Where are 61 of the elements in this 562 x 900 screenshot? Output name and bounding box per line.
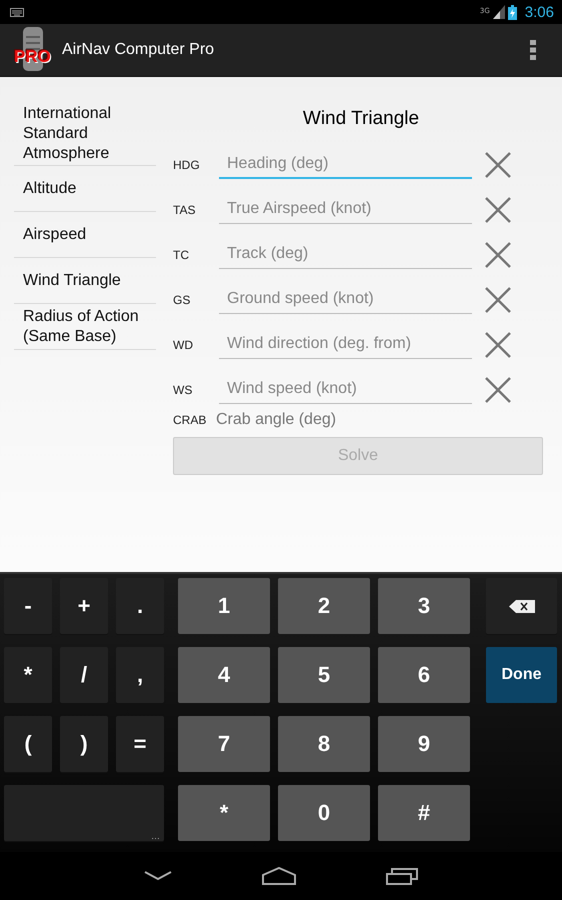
keyboard-key[interactable]: 6	[378, 647, 470, 703]
keyboard-key[interactable]: =	[116, 716, 164, 772]
home-icon[interactable]	[262, 867, 296, 885]
field-label: GS	[173, 292, 192, 306]
logo-text: PRO	[14, 47, 51, 67]
keyboard-key[interactable]: 5	[278, 647, 370, 703]
backspace-key[interactable]	[486, 578, 557, 634]
input-field[interactable]: Ground speed (knot)	[219, 286, 472, 314]
clear-icon[interactable]	[485, 286, 511, 312]
back-icon[interactable]	[144, 871, 172, 881]
overflow-menu-icon[interactable]	[530, 40, 536, 60]
field-label: WD	[173, 338, 194, 352]
keyboard-key[interactable]: 2	[278, 578, 370, 634]
keyboard-key[interactable]: )	[60, 716, 108, 772]
keyboard-key[interactable]: -	[4, 578, 52, 634]
app-title: AirNav Computer Pro	[62, 41, 216, 59]
result-text: Crab angle (deg)	[216, 411, 336, 429]
keyboard-key[interactable]: (	[4, 716, 52, 772]
input-field[interactable]: Track (deg)	[219, 240, 472, 268]
result-label: CRAB	[173, 413, 208, 427]
input-field[interactable]: Heading (deg)	[219, 150, 472, 178]
keyboard-key[interactable]: *	[178, 785, 270, 841]
keyboard-key[interactable]: /	[60, 647, 108, 703]
keyboard-key[interactable]: ,	[116, 647, 164, 703]
field-label: HDG	[173, 158, 201, 172]
keyboard-icon	[10, 8, 24, 16]
keyboard-key[interactable]: 0	[278, 785, 370, 841]
form-title: Wind Triangle	[302, 108, 420, 130]
clear-icon[interactable]	[485, 376, 511, 402]
keyboard-key[interactable]: 3	[378, 578, 470, 634]
backspace-icon	[508, 600, 534, 612]
field-label: TAS	[173, 202, 196, 216]
space-key[interactable]: …	[4, 785, 164, 841]
keyboard-key[interactable]: +	[60, 578, 108, 634]
input-field[interactable]: Wind speed (knot)	[219, 376, 472, 404]
keyboard-key[interactable]: 7	[178, 716, 270, 772]
battery-icon	[508, 4, 517, 20]
signal-icon	[492, 5, 505, 19]
input-field[interactable]: Wind direction (deg. from)	[219, 330, 472, 358]
field-label: WS	[173, 382, 194, 396]
clear-icon[interactable]	[485, 152, 511, 178]
field-label: TC	[173, 248, 190, 262]
keyboard-key[interactable]: 8	[278, 716, 370, 772]
clear-icon[interactable]	[485, 242, 511, 268]
sidebar-item[interactable]: Wind Triangle	[14, 258, 156, 304]
keyboard-key[interactable]: .	[116, 578, 164, 634]
clear-icon[interactable]	[485, 332, 511, 358]
keyboard-key[interactable]: 4	[178, 647, 270, 703]
input-field[interactable]: True Airspeed (knot)	[219, 196, 472, 224]
recent-apps-icon[interactable]	[386, 867, 418, 885]
sidebar-item[interactable]: Radius of Action (Same Base)	[14, 304, 156, 350]
sidebar-item[interactable]: Altitude	[14, 166, 156, 212]
keyboard-key[interactable]: 9	[378, 716, 470, 772]
sidebar-item[interactable]: International Standard Atmosphere	[14, 104, 156, 166]
clock: 3:06	[524, 4, 554, 20]
sidebar-item[interactable]: Airspeed	[14, 212, 156, 258]
done-key[interactable]: Done	[486, 647, 557, 703]
keyboard-key[interactable]: 1	[178, 578, 270, 634]
keyboard-key[interactable]: *	[4, 647, 52, 703]
keyboard-key[interactable]: #	[378, 785, 470, 841]
clear-icon[interactable]	[485, 196, 511, 222]
